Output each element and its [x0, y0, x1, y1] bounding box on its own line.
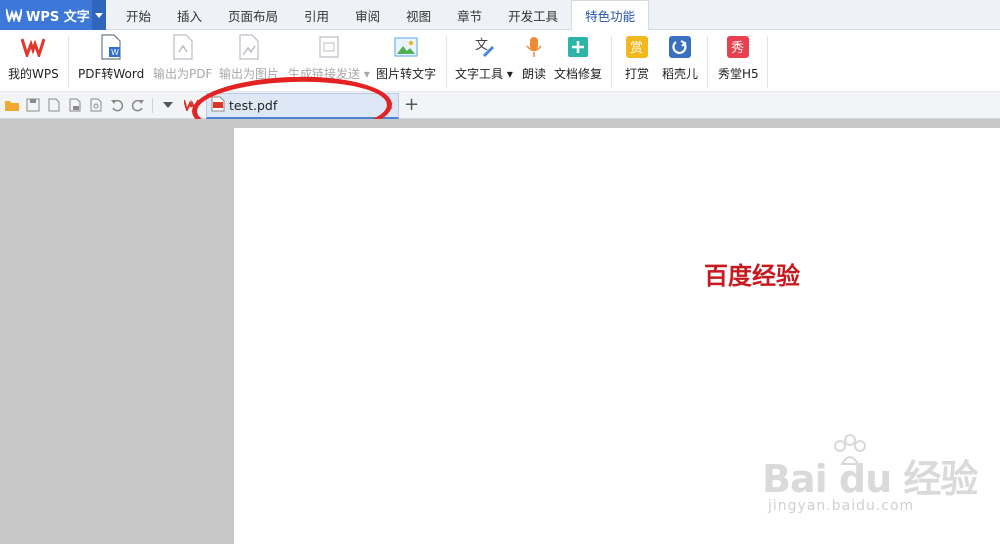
redo-icon[interactable] [130, 97, 146, 113]
tab-special-features[interactable]: 特色功能 [571, 0, 650, 31]
svg-text:W: W [111, 48, 119, 57]
app-menu-button[interactable]: WPS 文字 [0, 0, 106, 30]
tip-icon: 赏 [624, 34, 650, 60]
doc-repair-icon [565, 34, 591, 60]
svg-text:文: 文 [475, 38, 488, 53]
ribbon-toolbar: 我的WPS W PDF转Word 输出为PDF 输出为图片 生成链接发送 ▾ 图… [0, 30, 1000, 92]
left-navigation-panel [0, 119, 234, 544]
daoke-button[interactable]: 稻壳儿 [662, 34, 698, 88]
save-as-icon[interactable] [46, 97, 62, 113]
document-heading: 百度经验 [704, 261, 800, 290]
tab-page-layout[interactable]: 页面布局 [215, 0, 291, 30]
tip-label: 打赏 [624, 67, 649, 81]
divider [611, 36, 612, 88]
svg-text:秀: 秀 [731, 41, 744, 56]
image-to-text-icon [393, 34, 419, 60]
ribbon-tabs: 开始 插入 页面布局 引用 审阅 视图 章节 开发工具 特色功能 [113, 0, 650, 31]
tab-home[interactable]: 开始 [113, 0, 164, 30]
divider [152, 98, 153, 113]
link-send-icon [316, 34, 342, 60]
wps-logo-icon [20, 34, 46, 60]
tab-references[interactable]: 引用 [291, 0, 342, 30]
divider [446, 36, 447, 88]
export-pdf-label: 输出为PDF [153, 67, 213, 81]
print-preview-icon[interactable] [88, 97, 104, 113]
svg-text:赏: 赏 [630, 41, 643, 56]
chevron-down-icon[interactable] [92, 0, 106, 30]
xiutang-icon: 秀 [725, 34, 751, 60]
text-tools-text: 文字工具 [455, 67, 504, 81]
my-wps-label: 我的WPS [8, 67, 59, 81]
baidu-watermark: Bai du 经验 jingyan.baidu.com [762, 434, 982, 530]
export-image-icon [236, 34, 262, 60]
text-tools-icon: 文 [471, 34, 497, 60]
save-icon[interactable] [25, 97, 41, 113]
image-to-text-label: 图片转文字 [376, 67, 437, 81]
undo-icon[interactable] [109, 97, 125, 113]
tab-view[interactable]: 视图 [393, 0, 444, 30]
divider [707, 36, 708, 88]
doc-repair-label: 文档修复 [554, 67, 603, 81]
export-pdf-button[interactable]: 输出为PDF [153, 34, 212, 88]
add-tab-icon[interactable]: + [404, 95, 419, 115]
my-wps-button[interactable]: 我的WPS [8, 34, 59, 88]
text-tools-label: 文字工具 ▾ [455, 67, 513, 81]
text-tools-button[interactable]: 文 文字工具 ▾ [455, 34, 513, 88]
divider [68, 36, 69, 88]
read-aloud-label: 朗读 [521, 67, 546, 81]
tip-button[interactable]: 赏 打赏 [624, 34, 650, 88]
menu-bar: WPS 文字 开始 插入 页面布局 引用 审阅 视图 章节 开发工具 特色功能 [0, 0, 1000, 31]
pdf-to-word-icon: W [98, 34, 124, 60]
tab-section[interactable]: 章节 [444, 0, 495, 30]
doc-repair-button[interactable]: 文档修复 [554, 34, 602, 88]
divider [767, 36, 768, 88]
quick-access-bar [0, 92, 1000, 119]
app-title: WPS 文字 [26, 9, 90, 25]
watermark-brand: Bai du 经验 [762, 457, 978, 501]
microphone-icon [521, 34, 547, 60]
daoke-icon [667, 34, 693, 60]
image-to-text-button[interactable]: 图片转文字 [376, 34, 436, 88]
daoke-label: 稻壳儿 [662, 67, 699, 81]
tab-insert[interactable]: 插入 [164, 0, 215, 30]
dropdown-arrow-icon[interactable] [160, 97, 176, 113]
wps-logo-icon [4, 5, 24, 25]
xiutang-h5-label: 秀堂H5 [718, 67, 759, 81]
export-pdf-icon[interactable] [67, 97, 83, 113]
watermark-url: jingyan.baidu.com [768, 498, 915, 514]
pdf-to-word-button[interactable]: W PDF转Word [78, 34, 144, 88]
tab-developer[interactable]: 开发工具 [495, 0, 571, 30]
open-folder-icon[interactable] [4, 97, 20, 113]
pdf-to-word-label: PDF转Word [78, 67, 145, 81]
read-aloud-button[interactable]: 朗读 [521, 34, 547, 88]
tab-review[interactable]: 审阅 [342, 0, 393, 30]
export-pdf-icon [170, 34, 196, 60]
xiutang-h5-button[interactable]: 秀 秀堂H5 [718, 34, 759, 88]
